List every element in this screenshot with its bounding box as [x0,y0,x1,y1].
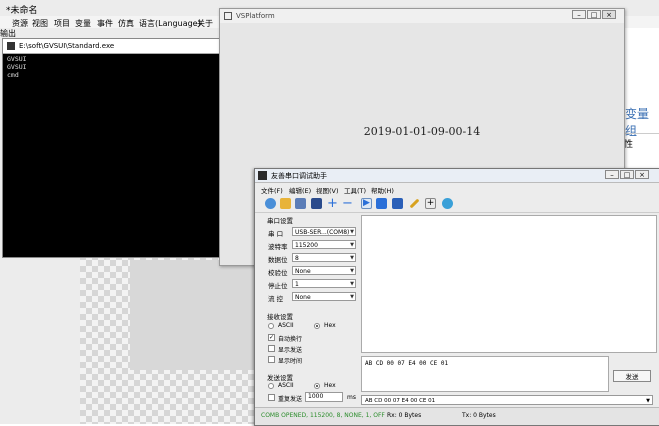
repeat-unit-label: ms [347,394,356,401]
send-ascii-label: ASCII [278,382,294,389]
tx-count: Tx: 0 Bytes [462,412,496,419]
stop-icon[interactable] [392,198,403,209]
send-button[interactable]: 发送 [613,370,651,382]
vsplatform-title: VSPlatform [236,12,275,20]
remove-icon[interactable]: − [342,197,353,210]
ide-menu-about[interactable]: 关于 [197,18,213,29]
repeat-send-label: 重复发送 [278,396,303,403]
close-icon[interactable]: × [635,170,649,179]
receive-settings-heading: 接收设置 [267,313,293,321]
minimize-icon[interactable]: – [605,170,619,179]
databits-select[interactable]: 8 [292,253,356,263]
send-history-select[interactable]: AB CD 00 07 E4 00 CE 01 [361,395,653,406]
repeat-send-checkbox[interactable] [268,394,275,401]
settings-panel: 串口设置 串 口 USB-SER...(COM8) 波特率 115200 数据位… [259,215,359,415]
send-hex-label: Hex [324,382,336,389]
serial-toolbar: + − ▶ + [255,195,659,213]
menu-help[interactable]: 帮助(H) [371,185,394,195]
rx-count: Rx: 0 Bytes [387,412,422,419]
vsplatform-titlebar[interactable]: VSPlatform – □ × [220,9,624,23]
window-icon [224,12,232,20]
datetime-display: 2019-01-01-09-00-14 [363,125,481,138]
auto-wrap-label: 自动换行 [278,336,303,343]
ide-menu-simulate[interactable]: 仿真 [118,18,134,29]
send-settings-heading: 发送设置 [267,374,293,382]
console-titlebar[interactable]: E:\soft\GVSUI\Standard.exe [3,39,225,54]
maximize-icon[interactable]: □ [620,170,634,179]
property-label: 性 [624,140,634,150]
databits-label: 数据位 [268,256,288,264]
recv-hex-radio[interactable] [314,323,320,329]
send-input[interactable]: AB CD 00 07 E4 00 CE 01 [361,356,609,392]
flow-select[interactable]: None [292,292,356,302]
flow-label: 流 控 [268,295,284,303]
baud-select[interactable]: 115200 [292,240,356,250]
ide-menu-language[interactable]: 语言(Language) [139,18,201,29]
serial-menubar: 文件(F) 编辑(E) 视图(V) 工具(T) 帮助(H) [255,183,659,195]
minimize-icon[interactable]: – [572,10,586,19]
log-icon[interactable] [311,198,322,209]
menu-edit[interactable]: 编辑(E) [289,185,311,195]
settings-icon[interactable] [442,198,453,209]
connection-status: COMB OPENED, 115200, 8, NONE, 1, OFF [261,412,385,419]
app-icon [258,171,267,180]
add-window-icon[interactable]: + [425,198,436,209]
port-settings-heading: 串口设置 [267,217,293,225]
show-send-checkbox[interactable] [268,345,275,352]
send-ascii-radio[interactable] [268,383,274,389]
add-icon[interactable]: + [327,197,338,210]
recv-ascii-label: ASCII [278,322,294,329]
console-line: cmd [7,71,19,79]
show-time-checkbox[interactable] [268,356,275,363]
port-select[interactable]: USB-SER...(COM8) [292,227,356,237]
show-send-label: 显示发送 [278,347,303,354]
clear-icon[interactable] [409,198,420,209]
ide-menu-view[interactable]: 视图 [32,18,48,29]
repeat-interval-input[interactable]: 1000 [305,392,343,402]
maximize-icon[interactable]: □ [587,10,601,19]
ide-title: *未命名 [6,6,38,16]
menu-view[interactable]: 视图(V) [316,185,339,195]
ide-menu-events[interactable]: 事件 [97,18,113,29]
console-title: E:\soft\GVSUI\Standard.exe [19,42,115,50]
open-icon[interactable] [280,198,291,209]
ide-menu-project[interactable]: 项目 [54,18,70,29]
recv-ascii-radio[interactable] [268,323,274,329]
console-line: GVSUI [7,55,27,63]
save-icon[interactable] [295,198,306,209]
auto-wrap-checkbox[interactable]: ✓ [268,334,275,341]
play-icon[interactable]: ▶ [361,198,372,209]
serial-tool-window[interactable]: 友善串口调试助手 – □ × 文件(F) 编辑(E) 视图(V) 工具(T) 帮… [254,168,659,426]
console-icon [7,42,15,50]
close-icon[interactable]: × [602,10,616,19]
serial-titlebar[interactable]: 友善串口调试助手 – □ × [255,169,659,183]
menu-file[interactable]: 文件(F) [261,185,283,195]
parity-select[interactable]: None [292,266,356,276]
console-window[interactable]: E:\soft\GVSUI\Standard.exe GVSUI GVSUI c… [2,38,226,258]
parity-label: 校验位 [268,269,288,277]
send-hex-radio[interactable] [314,383,320,389]
console-line: GVSUI [7,63,27,71]
stopbits-select[interactable]: 1 [292,279,356,289]
canvas-area [130,260,260,370]
port-label: 串 口 [268,230,284,238]
receive-area[interactable] [361,215,657,353]
status-bar: COMB OPENED, 115200, 8, NONE, 1, OFF Rx:… [255,407,659,425]
stopbits-label: 停止位 [268,282,288,290]
serial-title: 友善串口调试助手 [271,172,327,180]
recv-hex-label: Hex [324,322,336,329]
show-time-label: 显示时间 [278,358,303,365]
new-icon[interactable] [265,198,276,209]
ide-menu-variables[interactable]: 变量 [75,18,91,29]
pause-icon[interactable] [376,198,387,209]
baud-label: 波特率 [268,243,288,251]
menu-tools[interactable]: 工具(T) [344,185,366,195]
